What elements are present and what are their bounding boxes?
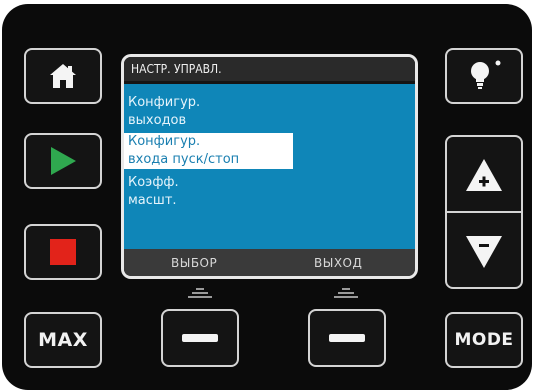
menu-item-scale-factor[interactable]: Коэфф. масшт. (128, 174, 179, 210)
softkey-select-button[interactable] (161, 309, 239, 367)
dash-icon (182, 334, 218, 342)
up-button[interactable] (447, 137, 521, 212)
stop-button[interactable] (24, 224, 102, 280)
home-icon (50, 64, 76, 88)
max-button[interactable]: MAX (24, 312, 102, 368)
softkey-indicator-left (185, 288, 215, 300)
arrow-rocker (445, 135, 523, 289)
rocker-divider (447, 211, 521, 213)
softkey-indicator-right (331, 288, 361, 300)
arrow-down-minus-icon (466, 235, 502, 268)
softkey-bar: ВЫБОР ВЫХОД (124, 249, 415, 276)
stop-icon (50, 239, 76, 265)
home-button[interactable] (24, 48, 102, 104)
arrow-up-plus-icon (466, 158, 502, 191)
menu-item-outputs[interactable]: Конфигур. выходов (128, 94, 200, 130)
light-button[interactable] (445, 48, 523, 104)
start-button[interactable] (24, 133, 102, 189)
menu-list: Конфигур. выходов Конфигур. входа пуск/с… (124, 84, 415, 249)
softkey-exit-button[interactable] (308, 309, 386, 367)
down-button[interactable] (447, 214, 521, 289)
menu-item-start-stop-input[interactable]: Конфигур. входа пуск/стоп (124, 133, 293, 169)
screen-title: НАСТР. УПРАВЛ. (124, 57, 415, 81)
lcd-screen: НАСТР. УПРАВЛ. Конфигур. выходов Конфигу… (121, 54, 418, 279)
softkey-label-exit: ВЫХОД (314, 256, 363, 270)
dash-icon (329, 334, 365, 342)
softkey-label-select: ВЫБОР (171, 256, 218, 270)
mode-button[interactable]: MODE (445, 312, 523, 368)
lightbulb-icon (471, 60, 501, 89)
play-icon (51, 147, 76, 175)
